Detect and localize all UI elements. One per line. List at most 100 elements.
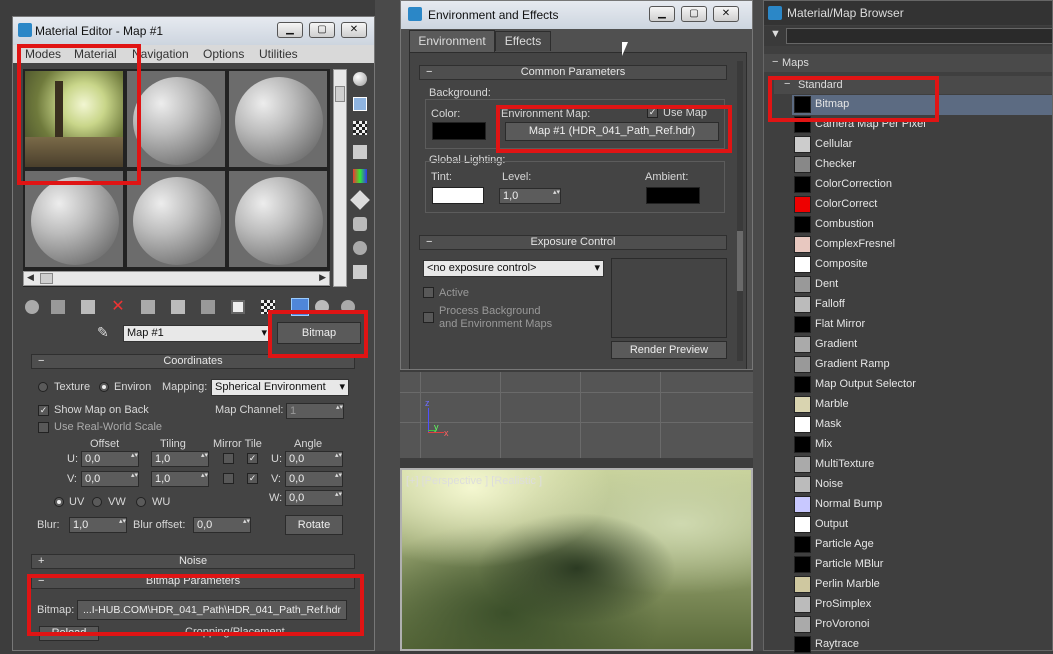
texture-radio[interactable]	[38, 382, 48, 392]
map-list-item[interactable]: Perlin Marble	[794, 574, 1053, 594]
make-unique-icon[interactable]	[171, 300, 185, 314]
blur-spinner[interactable]: 1,0	[69, 517, 127, 533]
menu-options[interactable]: Options	[203, 47, 244, 61]
browser-titlebar[interactable]: Material/Map Browser	[764, 1, 1052, 25]
map-list-item[interactable]: Falloff	[794, 294, 1053, 314]
menu-navigation[interactable]: Navigation	[132, 47, 189, 61]
uv-radio[interactable]	[54, 497, 64, 507]
wu-radio[interactable]	[136, 497, 146, 507]
environment-titlebar[interactable]: Environment and Effects ▁ ▢ ✕	[401, 1, 752, 29]
menu-modes[interactable]: Modes	[25, 47, 61, 61]
menu-material[interactable]: Material	[74, 47, 117, 61]
close-button[interactable]: ✕	[713, 6, 739, 22]
noise-rollout-header[interactable]: + Noise	[31, 554, 355, 569]
put-to-scene-icon[interactable]	[51, 300, 65, 314]
map-list-item[interactable]: Gradient Ramp	[794, 354, 1053, 374]
maximize-button[interactable]: ▢	[309, 22, 335, 38]
backlight-icon[interactable]	[353, 97, 367, 111]
material-id-channel-icon[interactable]	[231, 300, 245, 314]
background-checker-icon[interactable]	[353, 121, 367, 135]
mirror-v-checkbox[interactable]	[223, 473, 234, 484]
angle-v-spinner[interactable]: 0,0	[285, 471, 343, 487]
environment-map-button[interactable]: Map #1 (HDR_041_Path_Ref.hdr)	[505, 122, 719, 141]
angle-u-spinner[interactable]: 0,0	[285, 451, 343, 467]
sample-slot-5[interactable]	[126, 170, 226, 268]
sample-slot-6[interactable]	[228, 170, 328, 268]
tiling-v-spinner[interactable]: 1,0	[151, 471, 209, 487]
map-list-item[interactable]: Combustion	[794, 214, 1053, 234]
active-checkbox[interactable]	[423, 287, 434, 298]
map-list-item[interactable]: Marble	[794, 394, 1053, 414]
viewport-label[interactable]: [+] [Perspective ] [Realistic ]	[406, 475, 542, 487]
map-list-item[interactable]: MultiTexture	[794, 454, 1053, 474]
top-viewport[interactable]: z x y	[400, 372, 753, 458]
sample-slot-3[interactable]	[228, 70, 328, 168]
rotate-button[interactable]: Rotate	[285, 515, 343, 535]
eyedropper-icon[interactable]: ✎	[97, 325, 111, 339]
coordinates-rollout-header[interactable]: − Coordinates	[31, 354, 355, 369]
slots-horizontal-scrollbar[interactable]: ◀ ▶	[23, 271, 330, 286]
bitmap-parameters-rollout-header[interactable]: − Bitmap Parameters	[31, 574, 355, 589]
maximize-button[interactable]: ▢	[681, 6, 707, 22]
exposure-control-dropdown[interactable]: <no exposure control>	[423, 260, 604, 277]
env-panel-scrollbar[interactable]	[737, 61, 743, 361]
map-list-item[interactable]: Noise	[794, 474, 1053, 494]
make-preview-icon[interactable]	[350, 190, 370, 210]
minimize-button[interactable]: ▁	[277, 22, 303, 38]
map-list-item[interactable]: ProSimplex	[794, 594, 1053, 614]
tile-u-checkbox[interactable]: ✓	[247, 453, 258, 464]
map-list-item[interactable]: Output	[794, 514, 1053, 534]
map-name-field[interactable]: Map #1	[123, 325, 271, 342]
map-list-item[interactable]: Bitmap	[794, 94, 1053, 114]
go-forward-to-sibling-icon[interactable]	[341, 300, 355, 314]
browser-search-input[interactable]	[786, 28, 1052, 44]
get-material-icon[interactable]	[25, 300, 39, 314]
blur-offset-spinner[interactable]: 0,0	[193, 517, 251, 533]
offset-u-spinner[interactable]: 0,0	[81, 451, 139, 467]
bitmap-path-button[interactable]: ...I-HUB.COM\HDR_041_Path\HDR_041_Path_R…	[77, 600, 347, 620]
angle-w-spinner[interactable]: 0,0	[285, 490, 343, 506]
tab-effects[interactable]: Effects	[495, 31, 551, 51]
sample-slot-1[interactable]	[24, 70, 124, 168]
background-color-swatch[interactable]	[432, 122, 486, 140]
mirror-u-checkbox[interactable]	[223, 453, 234, 464]
reset-map-icon[interactable]: ✕	[111, 299, 125, 315]
minimize-button[interactable]: ▁	[649, 6, 675, 22]
render-preview-button[interactable]: Render Preview	[611, 341, 727, 359]
put-to-library-icon[interactable]	[201, 300, 215, 314]
show-map-on-back-checkbox[interactable]: ✓	[38, 405, 49, 416]
vw-radio[interactable]	[92, 497, 102, 507]
map-list-item[interactable]: ProVoronoi	[794, 614, 1053, 634]
offset-v-spinner[interactable]: 0,0	[81, 471, 139, 487]
maps-group-header[interactable]: − Maps	[764, 54, 1052, 72]
close-button[interactable]: ✕	[341, 22, 367, 38]
map-list-item[interactable]: Mask	[794, 414, 1053, 434]
browser-options-icon[interactable]: ▼	[770, 28, 781, 40]
copy-material-icon[interactable]	[141, 300, 155, 314]
level-spinner[interactable]: 1,0	[499, 188, 561, 204]
video-color-check-icon[interactable]	[353, 169, 367, 183]
map-list-item[interactable]: ColorCorrect	[794, 194, 1053, 214]
show-end-result-icon[interactable]	[291, 298, 309, 316]
tab-environment[interactable]: Environment	[409, 30, 495, 52]
sample-slot-4[interactable]	[24, 170, 124, 268]
process-background-checkbox[interactable]	[423, 312, 434, 323]
map-list-item[interactable]: Raytrace	[794, 634, 1053, 654]
map-list-item[interactable]: Composite	[794, 254, 1053, 274]
sample-type-icon[interactable]	[353, 72, 367, 86]
options-icon[interactable]	[353, 217, 367, 231]
environ-radio[interactable]	[99, 382, 109, 392]
material-navigator-icon[interactable]	[353, 265, 367, 279]
use-map-checkbox[interactable]: ✓	[647, 107, 658, 118]
map-list-item[interactable]: Mix	[794, 434, 1053, 454]
map-channel-spinner[interactable]: 1	[286, 403, 344, 419]
common-parameters-header[interactable]: − Common Parameters	[419, 65, 727, 80]
standard-group-header[interactable]: − Standard	[774, 76, 1052, 94]
go-to-parent-icon[interactable]	[315, 300, 329, 314]
material-editor-titlebar[interactable]: Material Editor - Map #1 ▁ ▢ ✕	[13, 17, 374, 45]
map-list-item[interactable]: ComplexFresnel	[794, 234, 1053, 254]
sample-slot-2[interactable]	[126, 70, 226, 168]
assign-to-selection-icon[interactable]	[81, 300, 95, 314]
map-list-item[interactable]: Gradient	[794, 334, 1053, 354]
map-list-item[interactable]: Normal Bump	[794, 494, 1053, 514]
